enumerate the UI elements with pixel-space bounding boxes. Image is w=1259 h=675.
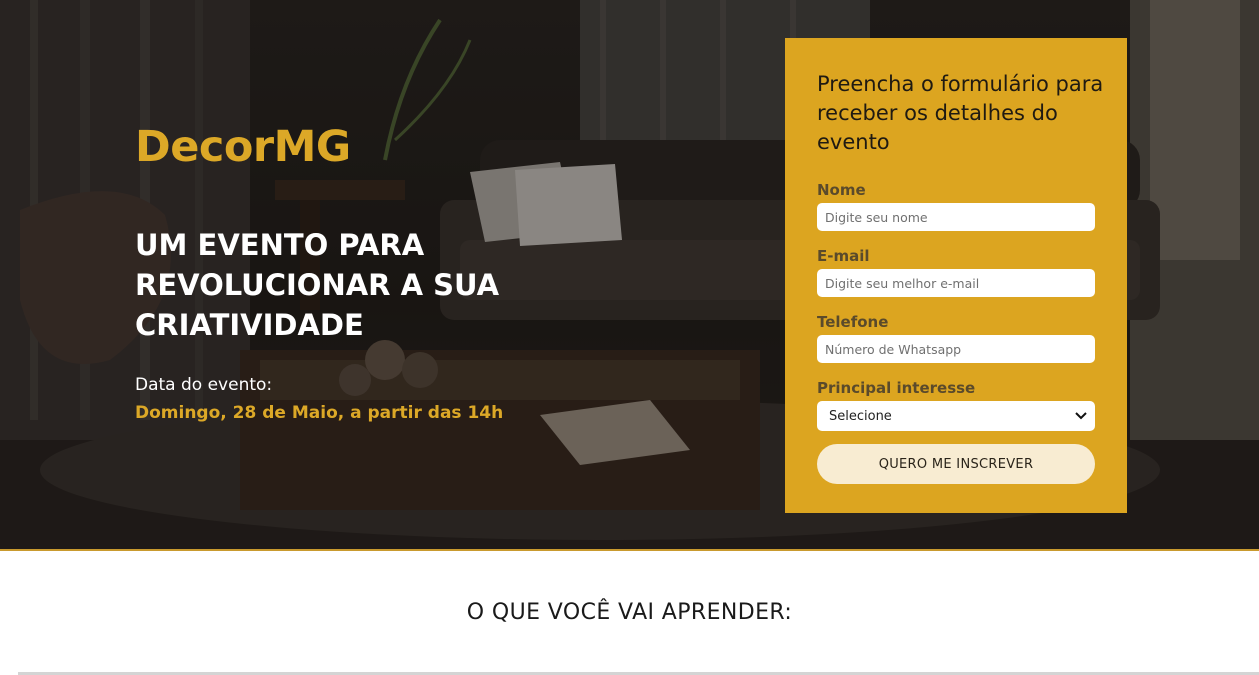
hero-section: DecorMG UM EVENTO PARA REVOLUCIONAR A SU… [0, 0, 1259, 551]
learn-section-title: O QUE VOCÊ VAI APRENDER: [466, 600, 793, 625]
email-input[interactable] [817, 269, 1095, 297]
phone-input[interactable] [817, 335, 1095, 363]
phone-label: Telefone [817, 313, 889, 331]
event-date-value: Domingo, 28 de Maio, a partir das 14h [135, 403, 504, 423]
hero-headline: UM EVENTO PARA REVOLUCIONAR A SUA CRIATI… [135, 228, 500, 342]
interest-label: Principal interesse [817, 379, 976, 397]
subscribe-button[interactable]: QUERO ME INSCREVER [817, 444, 1095, 484]
email-label: E-mail [817, 247, 870, 265]
interest-selected-value: Selecione [829, 408, 892, 424]
form-title: Preencha o formulário para receber os de… [817, 72, 1104, 154]
signup-form: Preencha o formulário para receber os de… [785, 38, 1127, 513]
name-input[interactable] [817, 203, 1095, 231]
interest-select[interactable]: Selecione [817, 401, 1095, 431]
event-date-label: Data do evento: [135, 375, 273, 395]
chevron-down-icon [1075, 412, 1087, 420]
brand-logo-text: DecorMG [135, 122, 351, 172]
name-label: Nome [817, 181, 866, 199]
